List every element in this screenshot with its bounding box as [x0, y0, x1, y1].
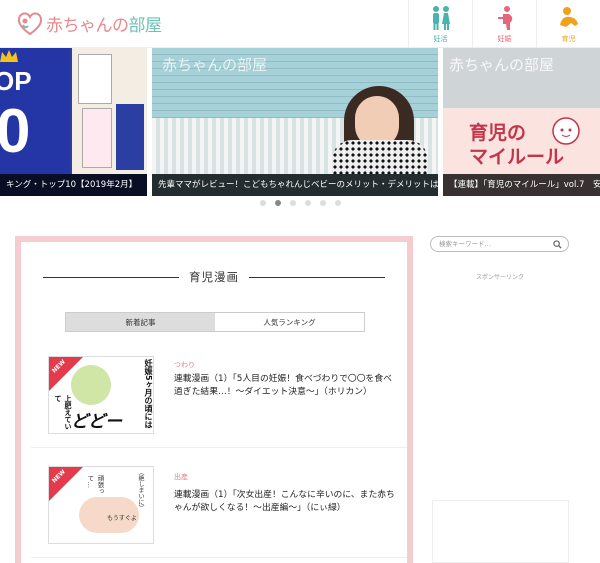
baby-face-icon [552, 117, 580, 145]
carousel-slide-myrule[interactable]: 赤ちゃんの部屋 育児の マイルール 【連載】「育児のマイルール」vol.7 安 [443, 48, 600, 196]
ranking-badge-text: OP [0, 66, 32, 96]
slide-watermark: 赤ちゃんの部屋 [449, 56, 555, 74]
search-placeholder: 検索キーワード… [439, 240, 491, 248]
article-category[interactable]: 出産 [174, 472, 188, 482]
article-thumbnail[interactable]: NEW 妊娠5ヶ月の頃には 上肥えていて どどーん!! [48, 356, 154, 434]
slide-title-line2: マイルール [469, 146, 565, 168]
couple-icon [432, 5, 450, 30]
sidebar: 検索キーワード… スポンサーリンク [430, 236, 570, 281]
nav-item-ninshin[interactable]: 妊娠 [472, 0, 536, 48]
featured-carousel[interactable]: OP 0 キング・トップ10【2019年2月】 赤ちゃんの部屋 先輩ママがレビュ… [0, 48, 600, 196]
nav-item-ninkatsu[interactable]: 妊活 [408, 0, 472, 48]
carousel-dot[interactable] [259, 200, 266, 206]
heading-rule-left [43, 276, 179, 278]
slide-watermark: 赤ちゃんの部屋 [162, 56, 268, 74]
slide-caption: 【連載】「育児のマイルール」vol.7 安 [443, 174, 600, 196]
article-tabs: 新着記事 人気ランキング [65, 312, 365, 332]
woman-dress [332, 140, 428, 174]
carousel-pagination [0, 200, 600, 206]
comic-frame-pink [82, 108, 112, 168]
article-thumbnail[interactable]: NEW （絶しまいに） 頑張って… もうすぐよ [48, 466, 154, 544]
article-item[interactable]: NEW 妊娠5ヶ月の頃には 上肥えていて どどーん!! つわり 連載漫画（1）「… [31, 348, 407, 448]
heading-rule-right [249, 276, 385, 278]
ad-slot[interactable] [432, 500, 569, 563]
baby-icon [559, 6, 578, 27]
slide-title-line1: 育児の [469, 122, 527, 144]
search-icon[interactable] [553, 240, 562, 249]
carousel-dot-active[interactable] [274, 200, 281, 206]
nav-item-ikuji[interactable]: 育児 [536, 0, 600, 48]
comic-panel [72, 48, 147, 174]
character-shape [71, 365, 111, 405]
logo-text-accent: 部屋 [128, 15, 163, 36]
article-title[interactable]: 連載漫画（1）「5人目の妊娠！食べづわりで〇〇を食べ過ぎた結果…！～ダイエット決… [174, 373, 398, 399]
comic-frame-dark [116, 104, 144, 170]
carousel-slide-review[interactable]: 赤ちゃんの部屋 先輩ママがレビュー！こどもちゃれんじベビーのメリット・デメリット… [152, 48, 438, 196]
category-nav: 妊活 妊娠 育児 [408, 0, 600, 48]
logo-text: 赤ちゃんの部屋 [46, 11, 162, 36]
slide-caption: 先輩ママがレビュー！こどもちゃれんじベビーのメリット・デメリットは？ [152, 174, 438, 196]
carousel-dot[interactable] [289, 200, 296, 206]
heart-logo-icon [16, 9, 44, 37]
tab-popular-ranking[interactable]: 人気ランキング [215, 313, 364, 331]
slide-caption: キング・トップ10【2019年2月】 [0, 174, 147, 196]
thumb-text-side: 上肥えていて [54, 395, 72, 430]
thumb-speech: 頑張って… [86, 475, 104, 495]
thumb-speech-2: もうすぐよ [107, 515, 137, 522]
manga-section: 育児漫画 新着記事 人気ランキング NEW 妊娠5ヶ月の頃には 上肥えていて ど… [15, 236, 413, 563]
carousel-dot[interactable] [304, 200, 311, 206]
crown-icon [0, 50, 18, 62]
nav-label-ninshin: 妊娠 [497, 34, 512, 43]
search-input[interactable]: 検索キーワード… [430, 236, 569, 252]
comic-frame [78, 54, 112, 104]
logo-text-main: 赤ちゃんの [46, 15, 129, 36]
carousel-dot[interactable] [334, 200, 341, 206]
site-logo[interactable]: 赤ちゃんの部屋 [16, 6, 162, 40]
nav-label-ninkatsu: 妊活 [433, 34, 448, 43]
carousel-dot[interactable] [319, 200, 326, 206]
tab-new-articles[interactable]: 新着記事 [66, 313, 215, 331]
section-heading: 育児漫画 [43, 270, 385, 284]
pregnancy-icon [497, 5, 512, 30]
article-category[interactable]: つわり [174, 360, 195, 370]
site-header: 赤ちゃんの部屋 妊活 妊娠 育児 [0, 0, 600, 48]
ranking-badge-number: 0 [0, 97, 31, 166]
carousel-slide-ranking[interactable]: OP 0 キング・トップ10【2019年2月】 [0, 48, 147, 196]
section-title: 育児漫画 [189, 270, 239, 284]
thumb-sfx: どどーん!! [71, 412, 122, 432]
thumb-text-vertical: （絶しまいに） [137, 469, 144, 511]
article-item[interactable]: NEW （絶しまいに） 頑張って… もうすぐよ 出産 連載漫画（1）「次女出産！… [31, 458, 407, 558]
article-title[interactable]: 連載漫画（1）「次女出産！こんなに辛いのに、また赤ちゃんが欲しくなる！～出産編～… [174, 489, 398, 515]
nav-label-ikuji: 育児 [561, 34, 576, 43]
sponsor-label: スポンサーリンク [475, 274, 524, 281]
